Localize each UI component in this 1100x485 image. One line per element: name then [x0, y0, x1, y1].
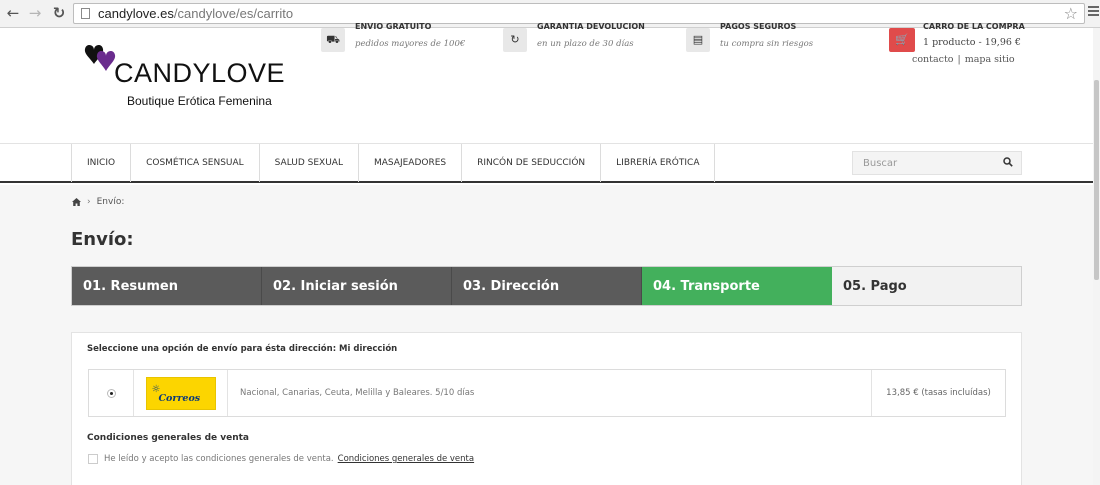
carrier-option-row[interactable]: ☼ Correos Nacional, Canarias, Ceuta, Mel… — [88, 369, 1006, 417]
nav-item-inicio[interactable]: INICIO — [71, 144, 130, 182]
bookmark-star-icon[interactable]: ☆ — [1064, 4, 1078, 23]
correos-logo: ☼ Correos — [145, 376, 216, 410]
perk-subtitle: tu compra sin riesgos — [720, 39, 814, 49]
correos-logo-text: Correos — [158, 392, 201, 404]
carrier-price: 13,85 € (tasas incluídas) — [886, 388, 991, 398]
nav-item-libreria-erotica[interactable]: LIBRERÍA ERÓTICA — [600, 144, 716, 182]
perk-subtitle: en un plazo de 30 días — [537, 39, 634, 49]
breadcrumb: › Envío: — [72, 197, 124, 207]
nav-item-cosmetica-sensual[interactable]: COSMÉTICA SENSUAL — [130, 144, 259, 182]
reload-icon[interactable]: ↻ — [50, 4, 68, 22]
home-icon[interactable] — [72, 198, 81, 206]
url-path: /candylove/es/carrito — [173, 6, 294, 21]
logo-tagline: Boutique Erótica Femenina — [127, 94, 272, 108]
nav-item-salud-sexual[interactable]: SALUD SEXUAL — [258, 144, 358, 182]
terms-row: He leído y acepto las condiciones genera… — [88, 454, 474, 464]
step-login[interactable]: 02. Iniciar sesión — [262, 267, 452, 305]
shipping-panel: Seleccione una opción de envío para ésta… — [71, 332, 1022, 485]
url-domain: candylove.es — [98, 6, 174, 21]
carrier-radio-cell — [89, 370, 134, 416]
refresh-icon: ↻ — [503, 28, 527, 52]
step-shipping: 04. Transporte — [642, 267, 832, 305]
page-scrollbar-thumb[interactable] — [1094, 80, 1099, 280]
terms-link[interactable]: Condiciones generales de venta — [338, 454, 474, 464]
carrier-description: Nacional, Canarias, Ceuta, Melilla y Bal… — [228, 370, 872, 416]
perk-title: PAGOS SEGUROS — [720, 22, 797, 31]
nav-item-rincon-de-seduccion[interactable]: RINCÓN DE SEDUCCIÓN — [461, 144, 600, 182]
checkout-steps: 01. Resumen 02. Iniciar sesión 03. Direc… — [71, 266, 1022, 306]
cart-title: CARRO DE LA COMPRA — [923, 22, 1025, 31]
terms-accept-text: He leído y acepto las condiciones genera… — [104, 454, 334, 464]
site-logo[interactable]: CANDYLOVE Boutique Erótica Femenina — [84, 42, 294, 114]
carrier-radio[interactable] — [106, 388, 116, 398]
carrier-logo-cell: ☼ Correos — [134, 370, 228, 416]
step-payment: 05. Pago — [832, 267, 1021, 305]
truck-icon: ⛟ — [321, 28, 345, 52]
page-title: Envío: — [71, 229, 134, 250]
header-links: contacto | mapa sitio — [912, 54, 1015, 65]
main-content: › Envío: Envío: 01. Resumen 02. Iniciar … — [0, 185, 1093, 485]
page-icon — [81, 8, 90, 19]
step-summary[interactable]: 01. Resumen — [72, 267, 262, 305]
perk-title: ENVIO GRATUITO — [355, 22, 432, 31]
terms-title: Condiciones generales de venta — [87, 433, 250, 443]
sitemap-link[interactable]: mapa sitio — [965, 54, 1015, 65]
url-text[interactable]: candylove.es/candylove/es/carrito — [98, 6, 293, 21]
browser-menu-icon[interactable] — [1088, 6, 1099, 17]
breadcrumb-chevron-icon: › — [87, 197, 91, 207]
step-address[interactable]: 03. Dirección — [452, 267, 642, 305]
main-navigation: INICIO COSMÉTICA SENSUAL SALUD SEXUAL MA… — [0, 143, 1093, 183]
nav-item-masajeadores[interactable]: MASAJEADORES — [357, 144, 461, 182]
logo-name: CANDYLOVE — [114, 58, 286, 88]
shipping-heading: Seleccione una opción de envío para ésta… — [87, 344, 398, 354]
forward-arrow-icon[interactable]: → — [26, 4, 44, 22]
search-icon[interactable] — [1003, 157, 1013, 167]
terms-checkbox[interactable] — [88, 454, 98, 464]
back-arrow-icon[interactable]: ← — [4, 4, 22, 22]
search-box — [852, 151, 1022, 175]
breadcrumb-current: Envío: — [96, 197, 125, 207]
perk-subtitle: pedidos mayores de 100€ — [355, 39, 466, 49]
cart-icon[interactable]: 🛒 — [889, 28, 915, 52]
category-menu: INICIO COSMÉTICA SENSUAL SALUD SEXUAL MA… — [71, 144, 716, 182]
contact-link[interactable]: contacto — [912, 54, 954, 65]
cart-info: 1 producto - 19,96 € — [923, 37, 1021, 48]
search-input[interactable] — [853, 152, 993, 174]
link-separator: | — [957, 54, 961, 65]
credit-card-icon: ▤ — [686, 28, 710, 52]
perk-title: GARANTIA DEVOLUCION — [537, 22, 645, 31]
